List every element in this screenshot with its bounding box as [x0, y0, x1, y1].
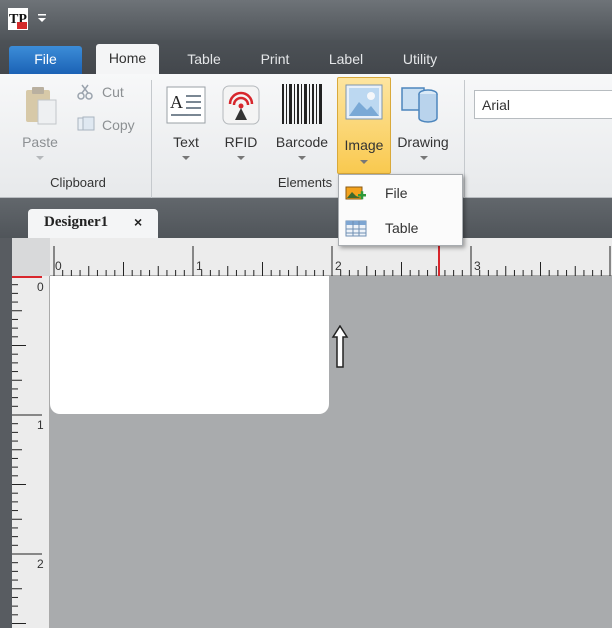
copy-icon — [77, 116, 95, 131]
paste-button[interactable]: Paste — [12, 134, 68, 150]
close-icon[interactable]: × — [134, 214, 142, 230]
text-dropdown-icon — [182, 156, 190, 160]
image-dropdown-icon — [360, 160, 368, 164]
ruler-label-3: 3 — [474, 259, 481, 273]
rfid-dropdown-icon — [237, 156, 245, 160]
ruler-label-0: 0 — [55, 259, 62, 273]
vertical-ruler-ticks — [12, 276, 42, 624]
group-divider — [464, 80, 465, 198]
label-design-surface[interactable] — [50, 276, 329, 414]
svg-text:A: A — [170, 92, 183, 112]
font-name-select[interactable]: Arial — [474, 90, 612, 119]
barcode-icon — [282, 84, 322, 124]
menu-item-label: File — [385, 185, 408, 201]
ruler-label-2: 2 — [335, 259, 342, 273]
ruler-label-1: 1 — [37, 418, 44, 432]
paste-dropdown-icon — [36, 156, 44, 160]
menu-item-image-file[interactable]: File — [339, 176, 462, 210]
app-logo-icon[interactable]: TP — [8, 8, 28, 30]
table-icon — [345, 220, 367, 237]
image-button-label: Image — [344, 137, 384, 153]
group-divider — [151, 80, 152, 198]
resize-cursor-icon — [331, 325, 349, 368]
image-file-icon — [345, 186, 366, 200]
image-icon — [345, 84, 383, 120]
clipboard-group-label: Clipboard — [50, 175, 106, 190]
copy-button[interactable]: Copy — [102, 117, 135, 133]
tab-file[interactable]: File — [9, 46, 82, 74]
cut-button[interactable]: Cut — [102, 84, 124, 100]
ruler-corner — [12, 238, 50, 276]
rfid-button[interactable]: RFID — [220, 134, 262, 150]
paste-icon — [26, 87, 57, 125]
title-bar: TP — [0, 0, 612, 40]
document-tab-label: Designer1 — [44, 214, 109, 230]
barcode-button[interactable]: Barcode — [272, 134, 332, 150]
menu-item-image-table[interactable]: Table — [339, 211, 462, 245]
cut-icon — [77, 84, 93, 100]
horizontal-ruler[interactable]: 0 1 2 3 — [12, 238, 612, 276]
tab-label[interactable]: Label — [318, 46, 374, 74]
text-icon: A — [166, 86, 206, 124]
image-dropdown-menu: File Table — [338, 174, 463, 246]
drawing-dropdown-icon — [420, 156, 428, 160]
vertical-ruler[interactable]: 0 1 2 — [12, 276, 50, 628]
font-name-value: Arial — [482, 97, 511, 113]
ruler-label-2: 2 — [37, 557, 44, 571]
horizontal-ruler-ticks — [53, 246, 611, 276]
tab-table[interactable]: Table — [176, 46, 232, 74]
tab-home[interactable]: Home — [96, 44, 159, 74]
designer-frame — [0, 238, 12, 628]
barcode-dropdown-icon — [298, 156, 306, 160]
quick-access-dropdown-icon[interactable] — [37, 10, 47, 26]
ruler-label-0: 0 — [37, 280, 44, 294]
text-button[interactable]: Text — [166, 134, 206, 150]
rfid-icon — [222, 85, 260, 125]
menu-item-label: Table — [385, 220, 419, 236]
drawing-icon — [401, 87, 438, 123]
image-button[interactable]: Image — [337, 77, 391, 174]
ruler-label-1: 1 — [196, 259, 203, 273]
tab-utility[interactable]: Utility — [390, 46, 450, 74]
document-tab-designer1[interactable]: Designer1 × — [28, 209, 158, 239]
drawing-button[interactable]: Drawing — [392, 134, 454, 150]
ribbon-tab-strip: File Home Table Print Label Utility — [0, 40, 612, 74]
tab-print[interactable]: Print — [250, 46, 300, 74]
